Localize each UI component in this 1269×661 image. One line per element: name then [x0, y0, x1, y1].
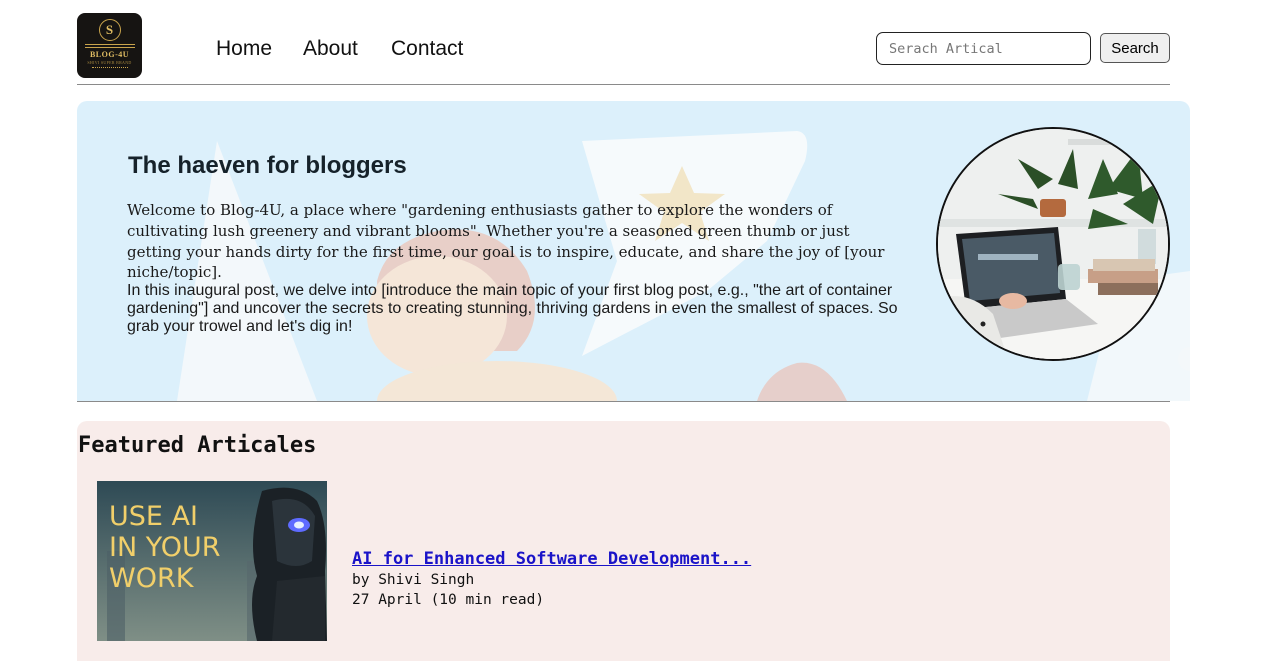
article-author: by Shivi Singh — [352, 572, 475, 588]
nav-home-link[interactable]: Home — [216, 37, 272, 61]
laptop-desk-plants-illustration — [938, 129, 1168, 359]
nav-contact-link[interactable]: Contact — [391, 37, 463, 61]
article-date: 27 April (10 min read) — [352, 592, 545, 608]
site-logo[interactable]: S BLOG-4U SHIVI SUPER BRAND — [77, 13, 142, 78]
logo-monogram: S — [98, 19, 121, 41]
logo-flourish — [91, 67, 128, 72]
search-button[interactable]: Search — [1100, 33, 1170, 63]
hero-laptop-photo — [936, 127, 1170, 361]
logo-tagline: SHIVI SUPER BRAND — [87, 60, 132, 65]
robot-portrait-icon: USE AI IN YOUR WORK — [97, 481, 327, 641]
featured-section-title: Featured Articales — [78, 433, 317, 458]
hero-section: The haeven for bloggers Welcome to Blog-… — [77, 101, 1190, 401]
header-divider — [77, 84, 1170, 85]
logo-brand-name: BLOG-4U — [89, 50, 130, 59]
featured-articles-section: Featured Articales USE AI IN YOUR WORK A… — [77, 421, 1170, 661]
article-title-link[interactable]: AI for Enhanced Software Development... — [352, 549, 751, 569]
section-divider — [77, 401, 1170, 402]
nav-about-link[interactable]: About — [303, 37, 358, 61]
hero-intro-paragraph: Welcome to Blog-4U, a place where "garde… — [127, 201, 885, 282]
thumbnail-line-1: USE AI — [109, 501, 198, 532]
article-thumbnail[interactable]: USE AI IN YOUR WORK — [97, 481, 327, 641]
search-input[interactable] — [876, 32, 1091, 65]
thumbnail-line-3: WORK — [109, 563, 195, 594]
hero-second-paragraph: In this inaugural post, we delve into [i… — [127, 282, 898, 336]
logo-wing-ornament — [84, 44, 135, 48]
thumbnail-line-2: IN YOUR — [109, 532, 221, 563]
hero-title: The haeven for bloggers — [128, 152, 407, 179]
